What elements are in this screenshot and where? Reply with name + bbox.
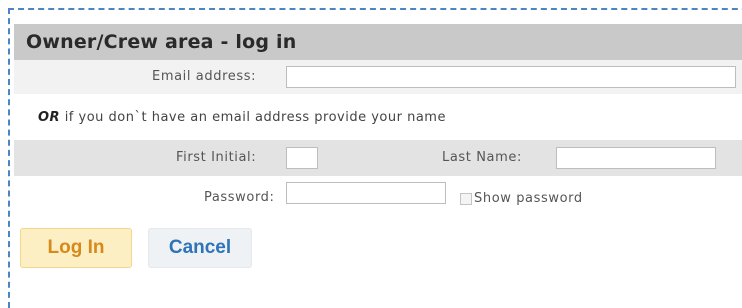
name-row: First Initial: Last Name: bbox=[14, 140, 742, 176]
show-password-checkbox[interactable] bbox=[460, 193, 472, 205]
title-bar: Owner/Crew area - log in bbox=[14, 24, 742, 60]
page-title: Owner/Crew area - log in bbox=[26, 31, 297, 53]
first-initial-field[interactable] bbox=[286, 147, 318, 169]
first-initial-label: First Initial: bbox=[176, 150, 257, 165]
or-instruction: OR if you don`t have an email address pr… bbox=[38, 110, 446, 125]
password-label: Password: bbox=[204, 190, 275, 205]
email-row: Email address: bbox=[14, 60, 742, 94]
login-button[interactable]: Log In bbox=[20, 228, 132, 268]
cancel-button[interactable]: Cancel bbox=[148, 228, 252, 268]
or-instruction-text: if you don`t have an email address provi… bbox=[60, 110, 446, 125]
password-field[interactable] bbox=[286, 182, 446, 204]
show-password-label[interactable]: Show password bbox=[474, 191, 583, 206]
email-field[interactable] bbox=[286, 66, 736, 88]
password-row: Password: Show password bbox=[14, 176, 742, 220]
email-label: Email address: bbox=[152, 69, 257, 84]
last-name-label: Last Name: bbox=[442, 150, 522, 165]
or-emphasis: OR bbox=[38, 110, 61, 125]
last-name-field[interactable] bbox=[556, 147, 716, 169]
